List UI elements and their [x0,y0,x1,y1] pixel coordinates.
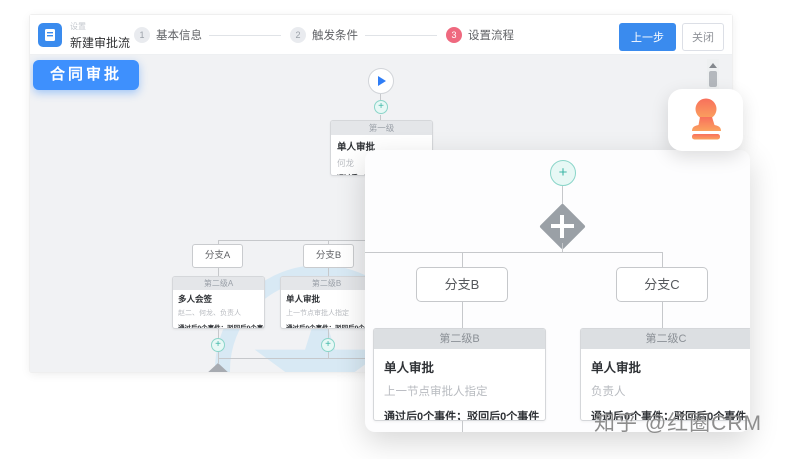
add-node-button[interactable]: + [321,338,335,352]
breadcrumb: 设置 [70,21,130,32]
step-1-label: 基本信息 [156,27,202,43]
branch-node-b[interactable]: 分支B [416,267,508,302]
card-header: 第二级B [374,329,545,349]
connector-line [328,329,329,338]
header-buttons: 上一步 关闭 [619,23,724,51]
step-2-circle: 2 [290,27,306,43]
card-approval-type: 单人审批 [591,357,741,376]
flow-title-badge: 合同审批 [33,60,139,90]
add-node-button[interactable]: + [211,338,225,352]
connector-line [462,252,463,267]
add-node-button[interactable]: + [550,160,576,186]
zoomed-flow-panel: + 分支B 分支C 第二级B 单人审批 上一节点审批人指定 通过后0个事件；驳回… [365,150,750,432]
branch-node-b[interactable]: 分支B [303,244,354,268]
card-header: 第二级B [281,277,372,290]
connector-line [218,329,219,338]
approval-card-level2b[interactable]: 第二级B 单人审批 上一节点审批人指定 通过后0个事件；驳回后0个事件 [280,276,373,329]
card-assignee: 赵二、何龙、负责人 [178,308,259,318]
step-trigger-conditions[interactable]: 2 触发条件 [290,27,365,43]
step-set-process[interactable]: 3 设置流程 [446,27,521,43]
step-3-circle: 3 [446,27,462,43]
connector-line [562,243,563,252]
connector-line [218,240,382,241]
card-assignee: 负责人 [591,383,741,399]
card-approval-type: 多人会签 [178,293,259,305]
card-approval-type: 单人审批 [286,293,367,305]
document-icon [38,23,62,47]
card-assignee: 上一节点审批人指定 [286,308,367,318]
window-header: 设置 新建审批流 1 基本信息 2 触发条件 3 设置流程 上一步 关闭 [30,15,732,55]
card-header: 第一级 [331,121,432,135]
stamp-icon [687,98,725,142]
approval-card-level2a[interactable]: 第二级A 多人会签 赵二、何龙、负责人 通过后0个事件；驳回后0个事件 [172,276,265,329]
close-button[interactable]: 关闭 [682,23,724,51]
diamond-plus-icon [560,215,564,238]
start-node[interactable] [368,68,394,94]
card-header: 第二级A [173,277,264,290]
card-events: 通过后0个事件；驳回后0个事件 [178,322,259,329]
card-header: 第二级C [581,329,750,349]
card-events: 通过后0个事件；驳回后0个事件 [384,408,535,421]
connector-line [218,268,219,276]
connector-line [662,252,663,267]
card-assignee: 上一节点审批人指定 [384,383,535,399]
window-title-block: 设置 新建审批流 [70,21,130,51]
add-node-button[interactable]: + [374,100,388,114]
connector-line [662,302,663,328]
connector-line [365,252,663,253]
merge-triangle [205,363,231,372]
zhihu-watermark: 知乎 @红圈CRM [594,407,762,437]
connector-line [462,302,463,328]
step-2-label: 触发条件 [312,27,358,43]
approval-card-level2b[interactable]: 第二级B 单人审批 上一节点审批人指定 通过后0个事件；驳回后0个事件 [373,328,546,421]
branch-node-c[interactable]: 分支C [616,267,708,302]
play-icon [378,76,386,86]
branch-node-a[interactable]: 分支A [192,244,243,268]
card-approval-type: 单人审批 [384,357,535,376]
step-connector [365,35,437,36]
scrollbar-thumb[interactable] [709,71,717,87]
step-3-label: 设置流程 [468,27,514,43]
step-basic-info[interactable]: 1 基本信息 [134,27,209,43]
connector-line [328,268,329,276]
previous-step-button[interactable]: 上一步 [619,23,676,51]
step-1-circle: 1 [134,27,150,43]
step-indicator: 1 基本信息 2 触发条件 3 设置流程 [134,15,521,55]
step-connector [209,35,281,36]
stamp-app-card [668,89,743,151]
connector-line [462,421,463,432]
card-events: 通过后0个事件；驳回后0个事件 [286,322,367,329]
arrow-up-icon[interactable] [709,63,717,68]
page-title: 新建审批流 [70,34,130,51]
document-icon-glyph [44,28,56,42]
